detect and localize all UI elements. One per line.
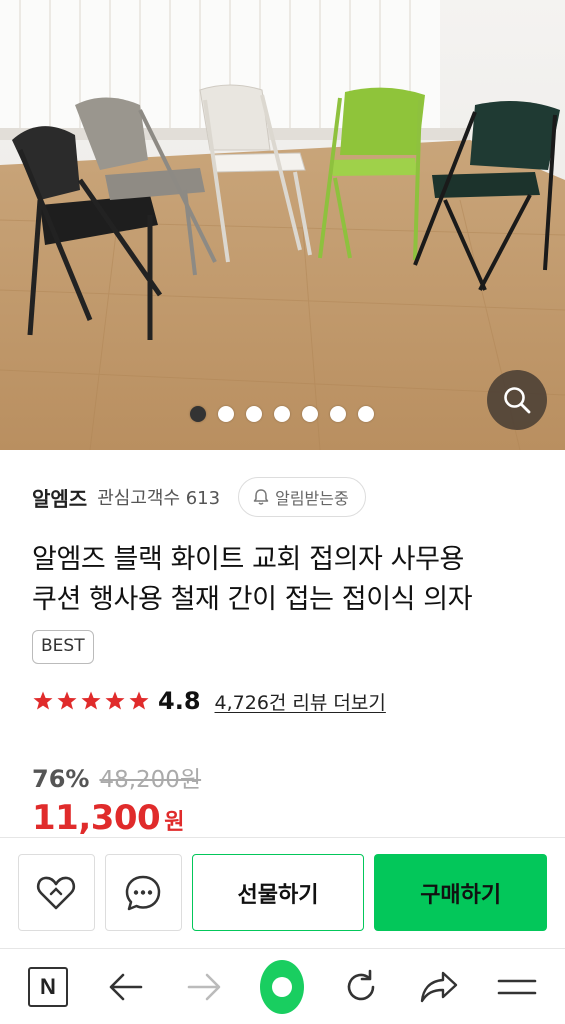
star-rating bbox=[32, 690, 150, 712]
bell-icon bbox=[253, 489, 269, 505]
product-photo bbox=[0, 0, 565, 450]
forward-button[interactable] bbox=[182, 965, 226, 1009]
store-row: 알엠즈 관심고객수 613 알림받는중 bbox=[32, 474, 533, 520]
carousel-dot[interactable] bbox=[357, 406, 374, 422]
heart-icon bbox=[37, 876, 76, 909]
browser-nav-bar: N bbox=[0, 948, 565, 1024]
home-button[interactable] bbox=[260, 959, 305, 1014]
purchase-action-bar: 선물하기 구매하기 bbox=[0, 837, 565, 947]
review-link[interactable]: 4,726건 리뷰 더보기 bbox=[215, 688, 386, 715]
forward-arrow-icon bbox=[188, 973, 221, 1000]
back-arrow-icon bbox=[109, 973, 143, 1000]
star-icon bbox=[129, 691, 149, 710]
carousel-dot[interactable] bbox=[301, 406, 318, 422]
rating-row: 4.8 4,726건 리뷰 더보기 bbox=[32, 686, 533, 716]
star-icon bbox=[33, 691, 53, 710]
star-icon bbox=[81, 691, 101, 710]
store-name[interactable]: 알엠즈 bbox=[32, 483, 87, 512]
refresh-icon bbox=[347, 969, 374, 1000]
refresh-button[interactable] bbox=[339, 965, 383, 1009]
carousel-dot[interactable] bbox=[329, 406, 346, 422]
carousel-dot[interactable] bbox=[189, 406, 206, 422]
original-price: 48,200원 bbox=[99, 767, 202, 793]
star-icon bbox=[57, 691, 77, 710]
zoom-button[interactable] bbox=[487, 370, 547, 430]
rating-value: 4.8 bbox=[158, 687, 201, 715]
product-info: 알엠즈 관심고객수 613 알림받는중 알엠즈 블랙 화이트 교회 접의자 사무… bbox=[0, 474, 565, 838]
carousel-dot[interactable] bbox=[217, 406, 234, 422]
alarm-label: 알림받는중 bbox=[275, 489, 349, 508]
carousel-indicators bbox=[0, 406, 565, 422]
carousel-dot[interactable] bbox=[245, 406, 262, 422]
chat-button[interactable] bbox=[104, 854, 182, 931]
carousel-dot[interactable] bbox=[273, 406, 290, 422]
home-icon bbox=[260, 959, 305, 1014]
best-badge: BEST bbox=[32, 630, 94, 664]
back-button[interactable] bbox=[104, 965, 148, 1009]
alarm-button[interactable]: 알림받는중 bbox=[238, 477, 366, 517]
currency-unit: 원 bbox=[164, 810, 185, 835]
search-icon bbox=[504, 387, 531, 414]
naver-logo-icon: N bbox=[28, 966, 68, 1007]
buy-button[interactable]: 구매하기 bbox=[374, 854, 547, 931]
menu-icon bbox=[497, 979, 537, 994]
title-line-1: 알엠즈 블랙 화이트 교회 접의자 사무용 bbox=[32, 544, 464, 575]
product-title: 알엠즈 블랙 화이트 교회 접의자 사무용 쿠션 행사용 철재 간이 접는 접이… bbox=[32, 540, 533, 620]
discount-rate: 76% bbox=[32, 765, 90, 793]
wishlist-button[interactable] bbox=[18, 854, 95, 931]
naver-logo-button[interactable]: N bbox=[26, 965, 70, 1009]
share-icon bbox=[420, 971, 457, 1002]
share-button[interactable] bbox=[417, 965, 461, 1009]
favorite-count: 관심고객수 613 bbox=[97, 488, 221, 509]
menu-button[interactable] bbox=[495, 965, 539, 1009]
price-block: 76% 48,200원 11,300 원 bbox=[32, 760, 533, 838]
title-line-2: 쿠션 행사용 철재 간이 접는 접이식 의자 bbox=[32, 584, 473, 615]
chat-bubble-icon bbox=[126, 875, 161, 910]
star-icon bbox=[105, 691, 125, 710]
product-image-carousel[interactable] bbox=[0, 0, 565, 450]
sale-price: 11,300 bbox=[32, 798, 161, 838]
gift-button[interactable]: 선물하기 bbox=[191, 854, 365, 931]
